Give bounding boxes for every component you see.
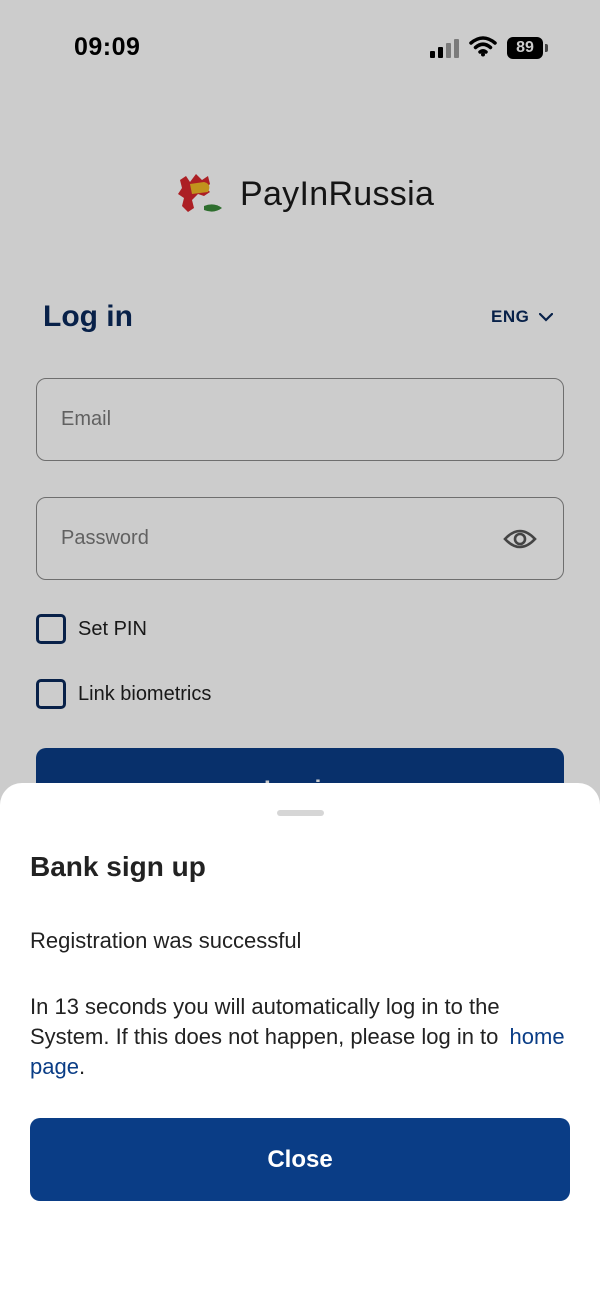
login-screen: 09:09 89 PayInRussia Log in ENG Email Se…	[0, 0, 600, 1304]
auto-login-message: In 13 seconds you will automatically log…	[30, 992, 570, 1082]
registration-status: Registration was successful	[30, 928, 302, 953]
bank-signup-sheet: Bank sign up Registration was successful…	[0, 783, 600, 1304]
auto-login-text: In 13 seconds you will automatically log…	[30, 994, 500, 1049]
sheet-drag-handle[interactable]	[277, 810, 324, 816]
message-period: .	[78, 1054, 86, 1079]
close-button[interactable]: Close	[30, 1118, 570, 1201]
sheet-title: Bank sign up	[30, 851, 206, 882]
